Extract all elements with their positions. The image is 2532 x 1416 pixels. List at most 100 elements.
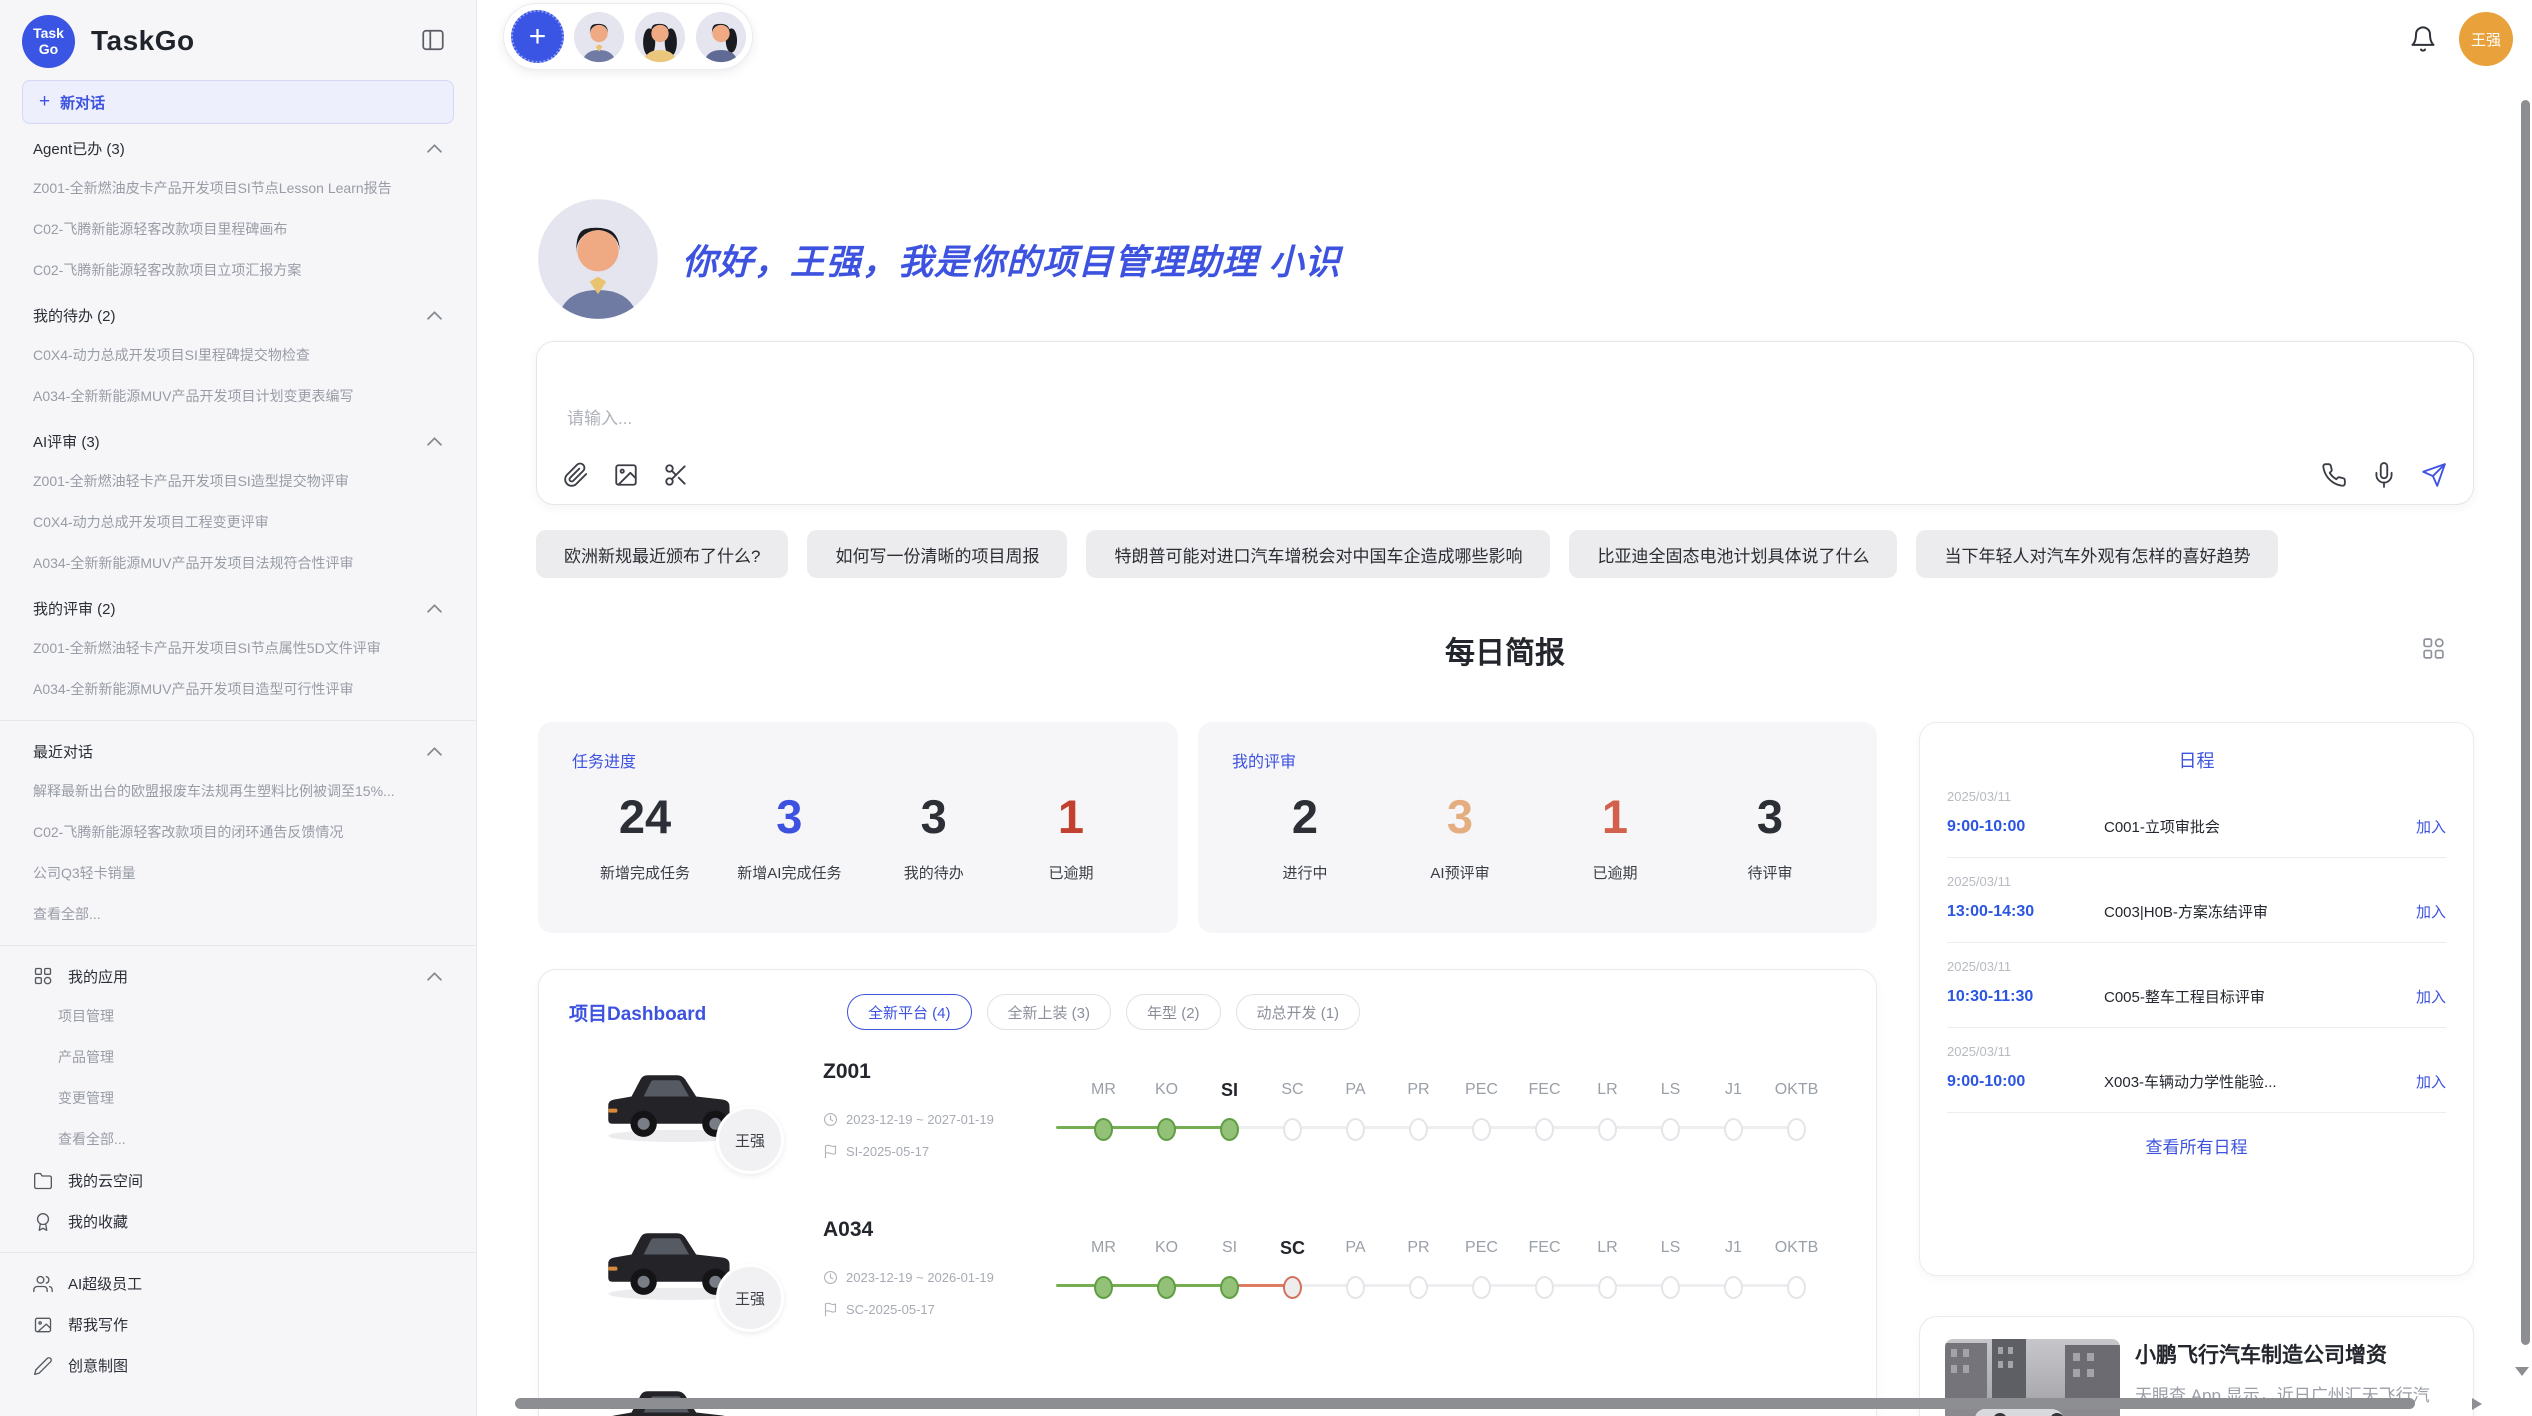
event-join-link[interactable]: 加入 [2416,986,2446,1007]
suggestion-chip[interactable]: 如何写一份清晰的项目周报 [807,530,1067,578]
sidebar-link-collection-badge[interactable]: 我的收藏 [0,1201,476,1242]
assistant-avatar-2[interactable] [634,11,686,63]
suggestion-chip[interactable]: 比亚迪全固态电池计划具体说了什么 [1569,530,1897,578]
stat: 24新增完成任务 [600,786,690,883]
sidebar-list-item[interactable]: 查看全部... [0,1119,476,1160]
view-all-schedule-link[interactable]: 查看所有日程 [1947,1113,2446,1158]
greeting-section: 你好，王强，我是你的项目管理助理 小识 [536,197,1341,321]
assistant-avatar-1[interactable] [573,11,625,63]
stat: 1已逾期 [1026,786,1116,883]
stat: 3我的待办 [889,786,979,883]
sidebar-list-item[interactable]: 查看全部... [0,894,476,935]
project-dates: 2023-12-19 ~ 2026-01-19 [823,1270,994,1285]
user-avatar[interactable]: 王强 [2459,12,2513,66]
milestone: SC [1261,1078,1324,1141]
sidebar-list-item[interactable]: Z001-全新燃油轻卡产品开发项目SI造型提交物评审 [0,461,476,502]
chat-input[interactable]: 请输入... [567,404,632,429]
suggestion-chip[interactable]: 特朗普可能对进口汽车增税会对中国车企造成哪些影响 [1086,530,1550,578]
microphone-icon[interactable] [2371,462,2397,488]
milestone-label: SI [1198,1236,1261,1260]
sidebar-list-item[interactable]: 产品管理 [0,1037,476,1078]
image-icon[interactable] [613,462,639,488]
chevron-up-icon[interactable] [427,604,442,613]
dashboard-tab[interactable]: 动总开发 (1) [1236,994,1361,1030]
milestone-label: PR [1387,1236,1450,1260]
vertical-scrollbar[interactable] [2521,100,2530,1345]
dashboard-tab[interactable]: 全新平台 (4) [847,994,972,1030]
event-join-link[interactable]: 加入 [2416,901,2446,922]
sidebar-section-my-apps: 我的应用 [0,956,476,996]
sidebar-tool-item[interactable]: 帮我写作 [0,1304,476,1345]
milestone-label: LR [1576,1236,1639,1260]
sidebar-list-item[interactable]: Z001-全新燃油皮卡产品开发项目SI节点Lesson Learn报告 [0,168,476,209]
schedule-event: 2025/03/1110:30-11:30C005-整车工程目标评审加入 [1947,943,2446,1028]
suggestion-chip[interactable]: 当下年轻人对汽车外观有怎样的喜好趋势 [1916,530,2278,578]
event-join-link[interactable]: 加入 [2416,816,2446,837]
sidebar-list-item[interactable]: C02-飞腾新能源轻客改款项目里程碑画布 [0,209,476,250]
assistant-avatar-3[interactable] [695,11,747,63]
new-chat-button[interactable]: + 新对话 [22,80,454,124]
sidebar-tool-item[interactable]: AI超级员工 [0,1263,476,1304]
milestone: MR [1072,1078,1135,1141]
sidebar-list-item[interactable]: 变更管理 [0,1078,476,1119]
event-time: 9:00-10:00 [1947,818,2104,836]
creative-pen-icon [33,1356,53,1376]
sidebar: Task Go TaskGo + 新对话 Agent已办 (3)Z001-全新燃… [0,0,477,1416]
sidebar-list-item[interactable]: 公司Q3轻卡销量 [0,853,476,894]
sidebar-list-item[interactable]: A034-全新新能源MUV产品开发项目计划变更表编写 [0,376,476,417]
sidebar-list-item[interactable]: C02-飞腾新能源轻客改款项目立项汇报方案 [0,250,476,291]
phone-icon[interactable] [2321,462,2347,488]
sidebar-section-group-3: 我的评审 (2) [0,588,476,628]
sidebar-link-cloud-folder[interactable]: 我的云空间 [0,1160,476,1201]
sidebar-list-item[interactable]: C02-飞腾新能源轻客改款项目的闭环通告反馈情况 [0,812,476,853]
brief-card: 任务进度24新增完成任务3新增AI完成任务3我的待办1已逾期 [538,722,1178,933]
sidebar-tool-item[interactable]: 创意制图 [0,1345,476,1386]
project-owner-badge: 王强 [716,1264,784,1332]
schedule-event: 2025/03/1113:00-14:30C003|H0B-方案冻结评审加入 [1947,858,2446,943]
sidebar-toggle-icon[interactable] [420,27,446,53]
sidebar-list-item[interactable]: 项目管理 [0,996,476,1037]
project-code: Z001 [823,1060,871,1084]
milestone: LS [1639,1078,1702,1141]
event-date: 2025/03/11 [1947,789,2446,804]
milestone: FEC [1513,1078,1576,1141]
scroll-down-arrow-icon[interactable] [2515,1367,2529,1376]
sidebar-section-group-2: AI评审 (3) [0,421,476,461]
milestone: PR [1387,1236,1450,1299]
scissors-icon[interactable] [663,462,689,488]
suggestion-chip[interactable]: 欧洲新规最近颁布了什么? [536,530,788,578]
layout-grid-icon[interactable] [2421,636,2446,661]
event-date: 2025/03/11 [1947,1044,2446,1059]
milestone-label: PA [1324,1236,1387,1260]
scroll-right-arrow-icon[interactable] [2472,1398,2482,1410]
notifications-bell-icon[interactable] [2409,25,2437,53]
dashboard-tab[interactable]: 全新上装 (3) [987,994,1112,1030]
flag-icon [823,1144,838,1159]
event-join-link[interactable]: 加入 [2416,1071,2446,1092]
horizontal-scrollbar[interactable] [515,1398,2415,1409]
chevron-up-icon[interactable] [427,311,442,320]
sidebar-list-item[interactable]: Z001-全新燃油轻卡产品开发项目SI节点属性5D文件评审 [0,628,476,669]
chevron-up-icon[interactable] [427,437,442,446]
sidebar-list-item[interactable]: C0X4-动力总成开发项目SI里程碑提交物检查 [0,335,476,376]
sidebar-list-item[interactable]: A034-全新新能源MUV产品开发项目法规符合性评审 [0,543,476,584]
project-dashboard-card: 项目Dashboard 全新平台 (4)全新上装 (3)年型 (2)动总开发 (… [538,969,1877,1416]
sidebar-list-item[interactable]: A034-全新新能源MUV产品开发项目造型可行性评审 [0,669,476,710]
add-conversation-button[interactable]: + [511,10,564,63]
send-icon[interactable] [2421,462,2447,488]
paperclip-icon[interactable] [563,462,589,488]
schedule-event: 2025/03/119:00-10:00C001-立项审批会加入 [1947,773,2446,858]
milestone: PEC [1450,1078,1513,1141]
brief-card-title: 我的评审 [1232,748,1843,772]
sidebar-list-item[interactable]: 解释最新出台的欧盟报废车法规再生塑料比例被调至15%... [0,771,476,812]
milestone: MR [1072,1236,1135,1299]
dashboard-tab[interactable]: 年型 (2) [1126,994,1221,1030]
chevron-up-icon[interactable] [427,747,442,756]
chevron-up-icon[interactable] [427,972,442,981]
stat: 3待评审 [1725,786,1815,883]
milestone-label: PEC [1450,1236,1513,1260]
chevron-up-icon[interactable] [427,144,442,153]
sidebar-list-item[interactable]: C0X4-动力总成开发项目工程变更评审 [0,502,476,543]
event-date: 2025/03/11 [1947,874,2446,889]
milestone: SI [1198,1236,1261,1299]
